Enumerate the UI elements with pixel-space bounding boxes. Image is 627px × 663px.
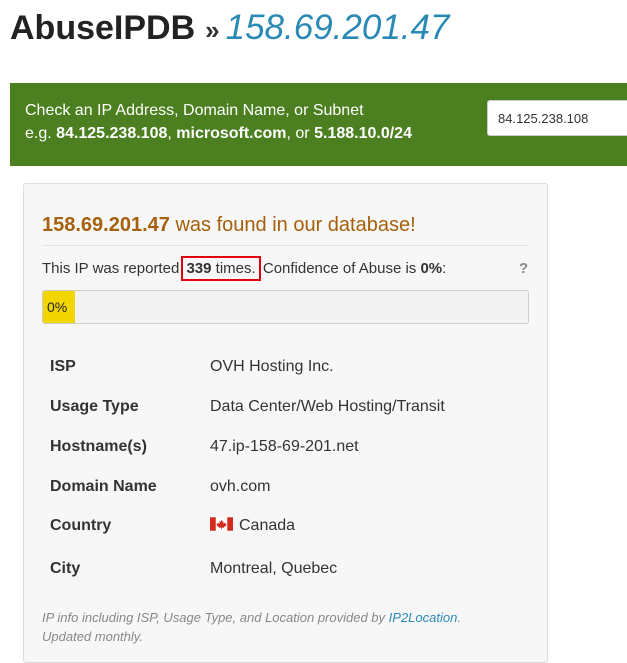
search-input[interactable]: [487, 100, 627, 136]
progress-label: 0%: [47, 299, 68, 315]
confidence-progress-bar: 0%: [42, 290, 529, 324]
detail-row-country: Country Canada: [50, 517, 530, 541]
page-ip-heading: 158.69.201.47: [225, 8, 450, 47]
confidence-progress-fill: 0%: [43, 291, 75, 323]
detail-value: 47.ip-158-69-201.net: [210, 438, 359, 455]
example-domain: microsoft.com: [176, 125, 287, 142]
page-title: AbuseIPDB » 158.69.201.47: [10, 8, 449, 48]
detail-value: OVH Hosting Inc.: [210, 358, 334, 375]
divider: [42, 245, 529, 246]
detail-key: Hostname(s): [50, 438, 147, 455]
detail-key: Usage Type: [50, 398, 139, 415]
detail-key: Domain Name: [50, 478, 157, 495]
detail-row-usage-type: Usage Type Data Center/Web Hosting/Trans…: [50, 398, 530, 422]
detail-value: Canada: [210, 517, 295, 535]
report-count-highlight: 339 times.: [181, 256, 261, 281]
detail-value: Montreal, Quebec: [210, 560, 338, 577]
canada-flag-icon: [210, 517, 233, 531]
found-heading: 158.69.201.47 was found in our database!: [42, 214, 416, 236]
detail-value: Data Center/Web Hosting/Transit: [210, 398, 445, 415]
confidence-value: 0%: [420, 260, 443, 277]
detail-key: ISP: [50, 358, 76, 375]
search-examples: e.g. 84.125.238.108, microsoft.com, or 5…: [25, 125, 412, 142]
ip2location-link[interactable]: IP2Location: [389, 610, 458, 625]
example-subnet: 5.188.10.0/24: [314, 125, 412, 142]
country-name: Canada: [239, 517, 296, 534]
example-ip: 84.125.238.108: [56, 125, 168, 142]
data-attribution: IP info including ISP, Usage Type, and L…: [42, 610, 461, 644]
detail-row-hostname: Hostname(s) 47.ip-158-69-201.net: [50, 438, 530, 462]
report-summary: This IP was reported 339 times. Confiden…: [42, 256, 447, 281]
found-ip: 158.69.201.47: [42, 214, 170, 236]
detail-key: City: [50, 560, 81, 577]
help-icon[interactable]: ?: [519, 260, 528, 277]
breadcrumb-separator: »: [205, 15, 220, 45]
detail-value: ovh.com: [210, 478, 271, 495]
site-brand[interactable]: AbuseIPDB: [10, 9, 195, 47]
search-instructions: Check an IP Address, Domain Name, or Sub…: [25, 102, 364, 119]
detail-row-isp: ISP OVH Hosting Inc.: [50, 358, 530, 382]
result-panel: [23, 183, 548, 663]
detail-row-city: City Montreal, Quebec: [50, 560, 530, 584]
report-count: 339: [186, 260, 212, 277]
detail-row-domain: Domain Name ovh.com: [50, 478, 530, 502]
detail-key: Country: [50, 517, 112, 534]
search-banner: Check an IP Address, Domain Name, or Sub…: [10, 83, 627, 166]
